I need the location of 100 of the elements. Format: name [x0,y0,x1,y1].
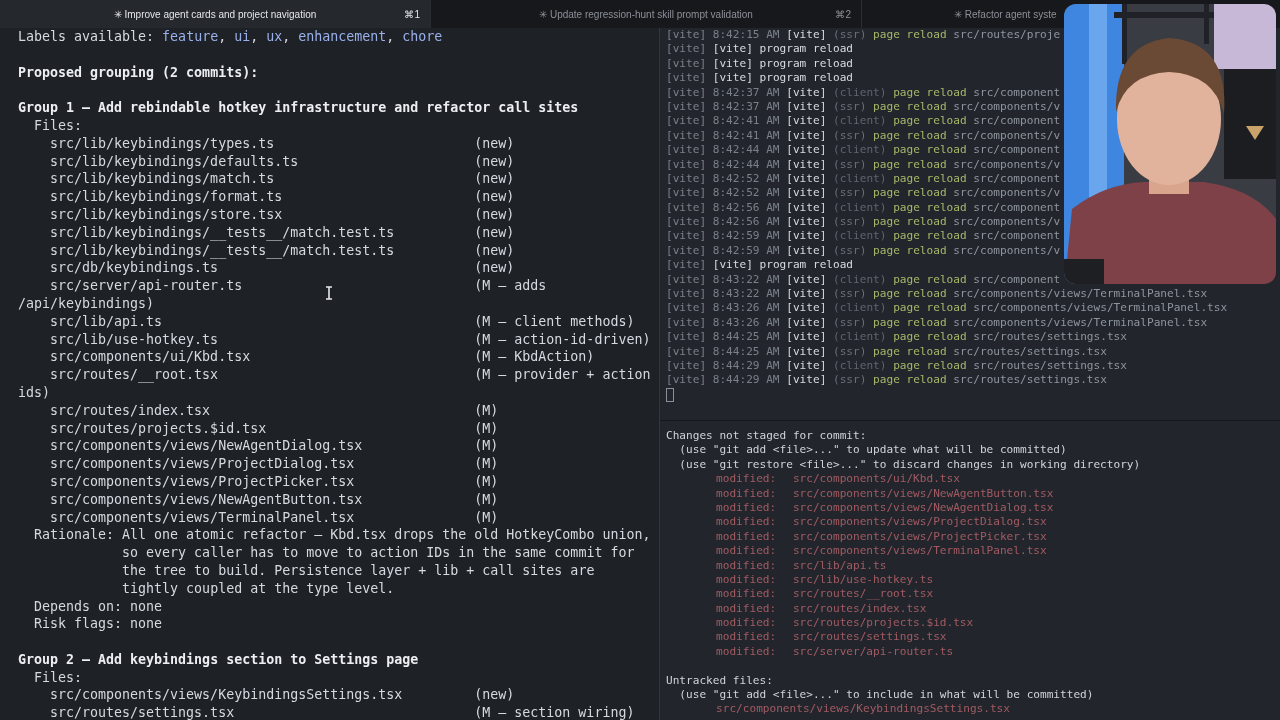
output-line: Risk flags: none [33,615,164,634]
output-line: Files: [33,668,84,687]
file-note: (M — section wiring) [474,704,635,720]
log-line: [vite] 8:43:22 AM [vite] (client) page reload src/component [665,272,1062,288]
status-heading: Untracked files: [665,673,774,689]
log-line: [vite] 8:42:37 AM [vite] (client) page reload src/component [665,85,1062,100]
file-note: (new) [474,259,515,278]
status-hint: (use "git add <file>..." to update what will be committed) [678,443,1068,458]
file-note: (M) [474,508,499,527]
file-path: src/lib/keybindings/store.tsx [50,205,283,224]
group-heading: Proposed grouping (2 commits): [18,63,260,82]
log-line: [vite] 8:42:52 AM [vite] (ssr) page reload src/components/v [665,186,1062,201]
file-path: src/lib/keybindings/__tests__/match.test.ts [50,241,395,260]
group-heading: Group 2 — Add keybindings section to Settings page [18,650,420,669]
terminal-tab[interactable]: ✳ Improve agent cards and project navigation ⌘1 [0,0,431,28]
file-note: (M — adds [474,277,547,295]
file-path: src/lib/keybindings/defaults.ts [50,152,299,171]
file-path: src/components/views/ProjectDialog.tsx [50,455,355,473]
log-line: [vite] 8:42:52 AM [vite] (client) page reload src/component [665,171,1062,187]
file-note: (new) [474,686,515,705]
file-path: src/lib/api.ts [50,312,163,331]
status-label: modified: [716,572,778,588]
group-heading: Group 1 — Add rebindable hotkey infrastructure and refactor call sites [18,99,580,117]
file-path: src/routes/index.tsx [792,601,927,617]
file-path: src/routes/projects.$id.tsx [50,419,267,438]
log-line: [vite] 8:42:59 AM [vite] (client) page reload src/component [665,229,1062,244]
file-path: src/components/views/KeybindingsSettings.tsx [715,702,1011,717]
file-path: src/lib/use-hotkey.ts [792,572,934,588]
file-path: src/routes/settings.tsx [50,704,235,720]
file-path: src/server/api-router.ts [50,277,243,295]
file-note: (new) [474,241,515,260]
log-line: [vite] 8:44:25 AM [vite] (ssr) page reload src/routes/settings.tsx [665,344,1108,359]
log-line: [vite] 8:44:29 AM [vite] (ssr) page reload src/routes/settings.tsx [665,373,1108,388]
file-note: (M) [474,455,499,473]
file-note: (new) [474,152,515,171]
log-line: [vite] 8:42:15 AM [vite] (ssr) page reload src/routes/proje [665,28,1062,43]
file-path: src/db/keybindings.ts [50,259,219,278]
status-label: modified: [716,486,778,501]
log-line: [vite] 8:42:44 AM [vite] (client) page reload src/component [665,143,1062,158]
status-label: modified: [716,644,778,660]
file-note: (M) [474,401,499,420]
file-path: src/components/views/TerminalPanel.tsx [792,544,1047,559]
file-path: src/routes/settings.tsx [792,630,947,645]
output-line: Files: [33,117,84,135]
file-note: (new) [474,223,515,242]
status-label: modified: [716,587,778,602]
output-line: Depends on: none [33,597,164,616]
file-path: src/server/api-router.ts [792,644,954,660]
file-note: (M) [474,490,499,509]
log-line: [vite] 8:42:59 AM [vite] (ssr) page reload src/components/v [665,243,1062,259]
status-label: modified: [716,630,778,645]
file-path: src/components/views/NewAgentButton.tsx [50,490,363,509]
status-hint: (use "git restore <file>..." to discard changes in working directory) [678,457,1142,473]
file-path: src/components/views/ProjectDialog.tsx [792,515,1047,530]
log-line: [vite] 8:42:56 AM [vite] (client) page reload src/component [665,200,1062,216]
file-path: src/routes/index.tsx [50,401,211,420]
status-label: modified: [716,558,778,573]
file-path: src/components/views/NewAgentButton.tsx [792,486,1054,501]
file-note: (M — action-id-driven) [474,330,651,349]
log-line: [vite] 8:44:25 AM [vite] (client) page reload src/routes/settings.tsx [665,330,1128,345]
status-label: modified: [716,616,778,631]
log-line: [vite] [vite] program reload [665,42,855,57]
file-path: src/lib/api.ts [792,558,887,573]
output-line: /api/keybindings) [18,294,156,313]
log-line: [vite] 8:43:26 AM [vite] (client) page reload src/components/views/TerminalPanel.tsx [665,301,1229,316]
file-path: src/components/ui/Kbd.tsx [792,472,960,487]
file-note: (M — client methods) [474,312,635,331]
log-line: [vite] [vite] program reload [665,258,855,273]
file-path: src/components/views/ProjectPicker.tsx [50,472,355,491]
status-label: modified: [716,500,778,516]
file-path: src/components/views/TerminalPanel.tsx [50,508,355,527]
log-line: [vite] 8:42:37 AM [vite] (ssr) page reload src/components/v [665,99,1062,115]
status-heading: Changes not staged for commit: [665,429,868,444]
file-path: src/routes/projects.$id.tsx [792,616,974,631]
file-path: src/routes/__root.tsx [792,587,934,602]
output-line: so every caller has to move to action IDs in the same commit for [121,544,636,562]
status-label: modified: [716,472,778,487]
file-note: (M) [474,437,499,456]
log-line: [vite] 8:43:26 AM [vite] (ssr) page reload src/components/views/TerminalPanel.tsx [665,315,1209,331]
file-path: src/components/views/ProjectPicker.tsx [792,529,1047,545]
file-note: (M — provider + action [474,366,651,384]
file-note: (new) [474,188,515,206]
file-path: src/lib/keybindings/format.ts [50,188,283,206]
file-path: src/components/views/KeybindingsSettings.tsx [50,686,403,705]
file-path: src/components/views/NewAgentDialog.tsx [792,500,1054,516]
status-label: modified: [716,601,778,617]
labels-line: Labels available: feature, ui, ux, enhancement, chore [18,28,444,46]
log-line: [vite] 8:43:22 AM [vite] (ssr) page reload src/components/views/TerminalPanel.tsx [665,287,1209,302]
file-path: src/routes/__root.tsx [50,366,219,384]
log-line: [vite] [vite] program reload [665,71,855,86]
log-line: [vite] [vite] program reload [665,56,855,72]
file-path: src/components/ui/Kbd.tsx [50,348,251,367]
log-line: [vite] 8:42:41 AM [vite] (ssr) page reload src/components/v [665,128,1062,144]
file-path: src/components/views/NewAgentDialog.tsx [50,437,363,456]
log-line: [vite] 8:42:44 AM [vite] (ssr) page reload src/components/v [665,157,1062,172]
file-path: src/lib/keybindings/__tests__/match.test.ts [50,223,395,242]
file-path: src/lib/use-hotkey.ts [50,330,219,349]
status-label: modified: [716,529,778,545]
terminal-cursor [666,387,674,402]
file-note: (new) [474,205,515,224]
